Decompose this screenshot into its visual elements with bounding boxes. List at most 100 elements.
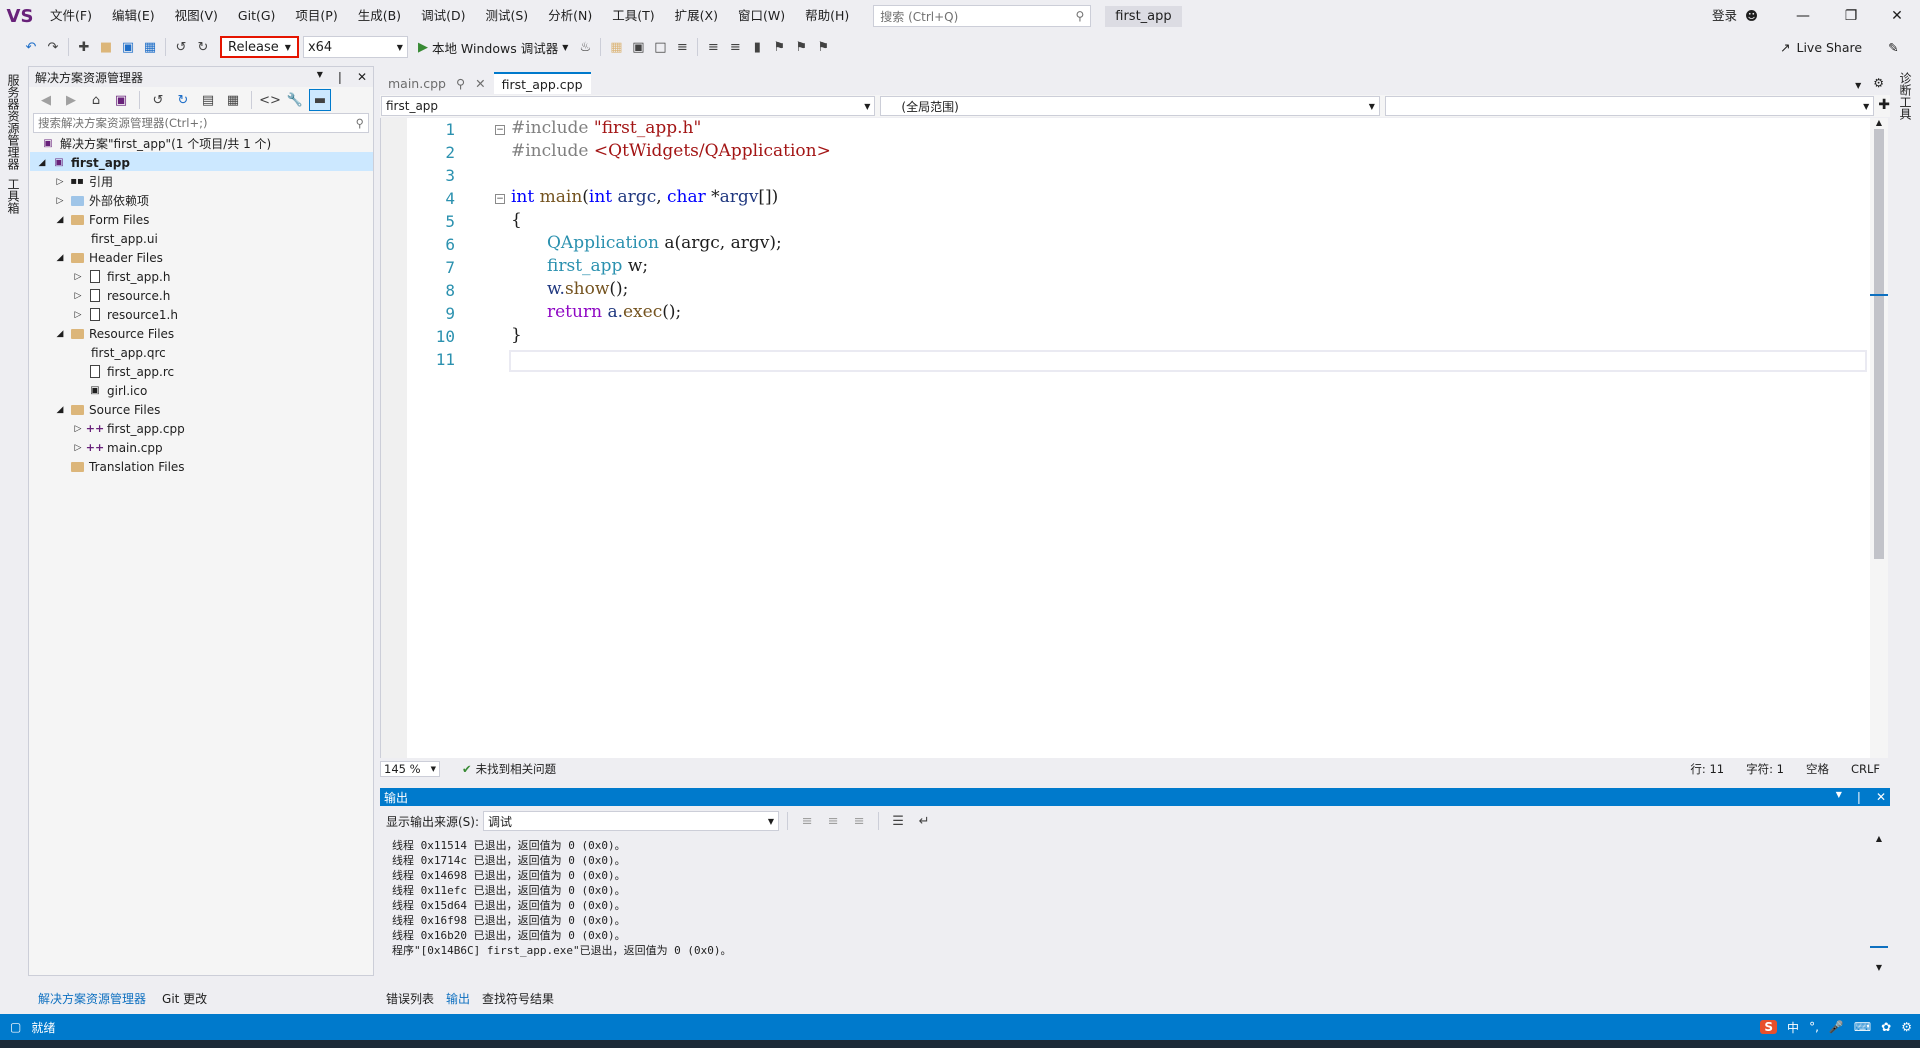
member-dropdown[interactable]: ▼ <box>1384 96 1875 116</box>
tree-item-form-files[interactable]: ◢ Form Files <box>55 210 150 229</box>
word-wrap-icon[interactable]: ↵ <box>913 810 935 832</box>
menu-debug[interactable]: 调试(D) <box>411 0 475 32</box>
diagnostic-tools-tab[interactable]: 诊断工具 <box>1897 72 1914 120</box>
tree-item-first-app-ui[interactable]: first_app.ui <box>91 229 158 248</box>
step-icon[interactable]: ≡ <box>671 36 693 58</box>
zoom-dropdown[interactable]: 145 % ▼ <box>380 761 440 777</box>
expanded-arrow-icon[interactable]: ◢ <box>37 158 47 168</box>
menu-project[interactable]: 项目(P) <box>285 0 347 32</box>
output-source-select[interactable]: 调试 ▼ <box>483 811 780 831</box>
forward-icon[interactable]: ▶ <box>60 89 82 111</box>
collapsed-arrow-icon[interactable]: ▷ <box>55 196 65 206</box>
uncomment-icon[interactable]: ≡ <box>724 36 746 58</box>
tree-item-solution[interactable]: ▣ 解决方案"first_app"(1 个项目/共 1 个) <box>41 134 271 153</box>
collapsed-arrow-icon[interactable]: ▷ <box>73 443 83 453</box>
keyboard-icon[interactable]: ⌨ <box>1854 1020 1871 1034</box>
live-share-button[interactable]: ↗ Live Share ✎ <box>1780 32 1899 62</box>
tree-item-girl-ico[interactable]: ▣ girl.ico <box>73 381 147 400</box>
scope-dropdown[interactable]: (全局范围) ▼ <box>880 96 1380 116</box>
search-input[interactable]: 搜索 (Ctrl+Q) ⚲ <box>873 5 1092 27</box>
screenshot-icon[interactable]: ▣ <box>627 36 649 58</box>
output-text-area[interactable]: 线程 0x11514 已退出，返回值为 0 (0x0)。 线程 0x1714c … <box>380 834 1870 972</box>
collapse-region-icon[interactable]: − <box>495 194 505 204</box>
char-indicator[interactable]: 字符: 1 <box>1746 761 1784 777</box>
next-message-icon[interactable]: ≡ <box>848 810 870 832</box>
restore-button[interactable]: ❐ <box>1828 0 1874 32</box>
settings-gear-icon[interactable]: ⚙ <box>1867 76 1890 94</box>
tree-item-resource-files[interactable]: ◢ Resource Files <box>55 324 175 343</box>
tab-find-symbol-results[interactable]: 查找符号结果 <box>482 990 554 1007</box>
tab-output[interactable]: 输出 <box>446 990 470 1007</box>
menu-window[interactable]: 窗口(W) <box>728 0 795 32</box>
tree-item-resource1-h[interactable]: ▷ resource1.h <box>73 305 178 324</box>
clear-bookmarks-icon[interactable]: ⚑ <box>812 36 834 58</box>
close-icon[interactable]: ✕ <box>357 70 367 84</box>
menu-edit[interactable]: 编辑(E) <box>102 0 165 32</box>
collapsed-arrow-icon[interactable]: ▷ <box>73 424 83 434</box>
sync-icon[interactable]: ↻ <box>172 89 194 111</box>
toolbox-tab[interactable]: 工具箱 <box>5 178 22 214</box>
collapsed-arrow-icon[interactable]: ▷ <box>73 272 83 282</box>
pin-icon[interactable]: ❘ <box>335 70 345 84</box>
menu-build[interactable]: 生成(B) <box>348 0 411 32</box>
tree-item-external-deps[interactable]: ▷ 外部依赖项 <box>55 191 149 210</box>
next-bookmark-icon[interactable]: ⚑ <box>790 36 812 58</box>
collapse-region-icon[interactable]: − <box>495 125 505 135</box>
solution-configuration-select[interactable]: Release ▼ <box>220 36 299 58</box>
expanded-arrow-icon[interactable]: ◢ <box>55 405 65 415</box>
tree-item-source-files[interactable]: ◢ Source Files <box>55 400 161 419</box>
show-all-files-icon[interactable]: ▦ <box>222 89 244 111</box>
scroll-up-arrow-icon[interactable]: ▲ <box>1870 118 1888 127</box>
close-window-button[interactable]: ✕ <box>1874 0 1920 32</box>
select-element-icon[interactable]: □ <box>649 36 671 58</box>
tab-solution-explorer[interactable]: 解决方案资源管理器 <box>38 990 146 1007</box>
punctuation-icon[interactable]: °, <box>1809 1020 1819 1034</box>
collapsed-arrow-icon[interactable]: ▷ <box>55 177 65 187</box>
prev-bookmark-icon[interactable]: ⚑ <box>768 36 790 58</box>
tree-item-main-cpp[interactable]: ▷ ++ main.cpp <box>73 438 163 457</box>
hot-reload-icon[interactable]: ♨ <box>574 36 596 58</box>
solution-platform-select[interactable]: x64 ▼ <box>302 36 408 58</box>
tree-item-first-app-qrc[interactable]: first_app.qrc <box>91 343 166 362</box>
scroll-thumb[interactable] <box>1874 129 1884 559</box>
tab-main-cpp[interactable]: main.cpp ⚲ ✕ <box>380 72 494 94</box>
tree-item-first-app-h[interactable]: ▷ first_app.h <box>73 267 171 286</box>
tab-overflow-icon[interactable]: ▼ <box>1849 81 1867 94</box>
tree-item-references[interactable]: ▷ ▪▪ 引用 <box>55 172 113 191</box>
view-code-icon[interactable]: <> <box>259 89 281 111</box>
collapsed-arrow-icon[interactable]: ▷ <box>73 310 83 320</box>
comment-icon[interactable]: ≡ <box>702 36 724 58</box>
tree-item-first-app-rc[interactable]: first_app.rc <box>73 362 174 381</box>
menu-git[interactable]: Git(G) <box>228 0 286 32</box>
login-button[interactable]: 登录 ☻ <box>1712 0 1758 32</box>
find-in-files-icon[interactable]: ▦ <box>605 36 627 58</box>
skin-icon[interactable]: ✿ <box>1881 1020 1891 1034</box>
bookmark-icon[interactable]: ▮ <box>746 36 768 58</box>
menu-extensions[interactable]: 扩展(X) <box>665 0 728 32</box>
save-icon[interactable]: ▣ <box>117 36 139 58</box>
save-all-icon[interactable]: ▦ <box>139 36 161 58</box>
menu-help[interactable]: 帮助(H) <box>795 0 859 32</box>
back-icon[interactable]: ◀ <box>35 89 57 111</box>
tab-error-list[interactable]: 错误列表 <box>386 990 434 1007</box>
clear-all-icon[interactable]: ☰ <box>887 810 909 832</box>
new-project-icon[interactable]: ✚ <box>73 36 95 58</box>
minimize-button[interactable]: — <box>1780 0 1826 32</box>
tree-item-header-files[interactable]: ◢ Header Files <box>55 248 163 267</box>
tree-item-resource-h[interactable]: ▷ resource.h <box>73 286 171 305</box>
menu-test[interactable]: 测试(S) <box>475 0 538 32</box>
collapsed-arrow-icon[interactable]: ▷ <box>73 291 83 301</box>
pin-icon[interactable]: ❘ <box>1854 790 1864 804</box>
line-ending-indicator[interactable]: CRLF <box>1851 762 1880 776</box>
scroll-down-arrow-icon[interactable]: ▼ <box>1870 963 1888 972</box>
tab-first-app-cpp[interactable]: first_app.cpp <box>493 72 591 94</box>
start-debugging-button[interactable]: ▶ 本地 Windows 调试器 ▼ <box>418 38 568 57</box>
scroll-up-arrow-icon[interactable]: ▲ <box>1870 834 1888 843</box>
redo-icon[interactable]: ↻ <box>192 36 214 58</box>
open-file-icon[interactable]: ■ <box>95 36 117 58</box>
editor-vertical-scrollbar[interactable]: ▲ <box>1870 118 1888 758</box>
chevron-down-icon[interactable]: ▼ <box>317 70 323 84</box>
menu-analyze[interactable]: 分析(N) <box>538 0 602 32</box>
tab-git-changes[interactable]: Git 更改 <box>162 990 207 1007</box>
code-editor[interactable]: 1 2 3 4 5 6 7 8 9 10 11 − − #include "fi… <box>380 118 1870 758</box>
